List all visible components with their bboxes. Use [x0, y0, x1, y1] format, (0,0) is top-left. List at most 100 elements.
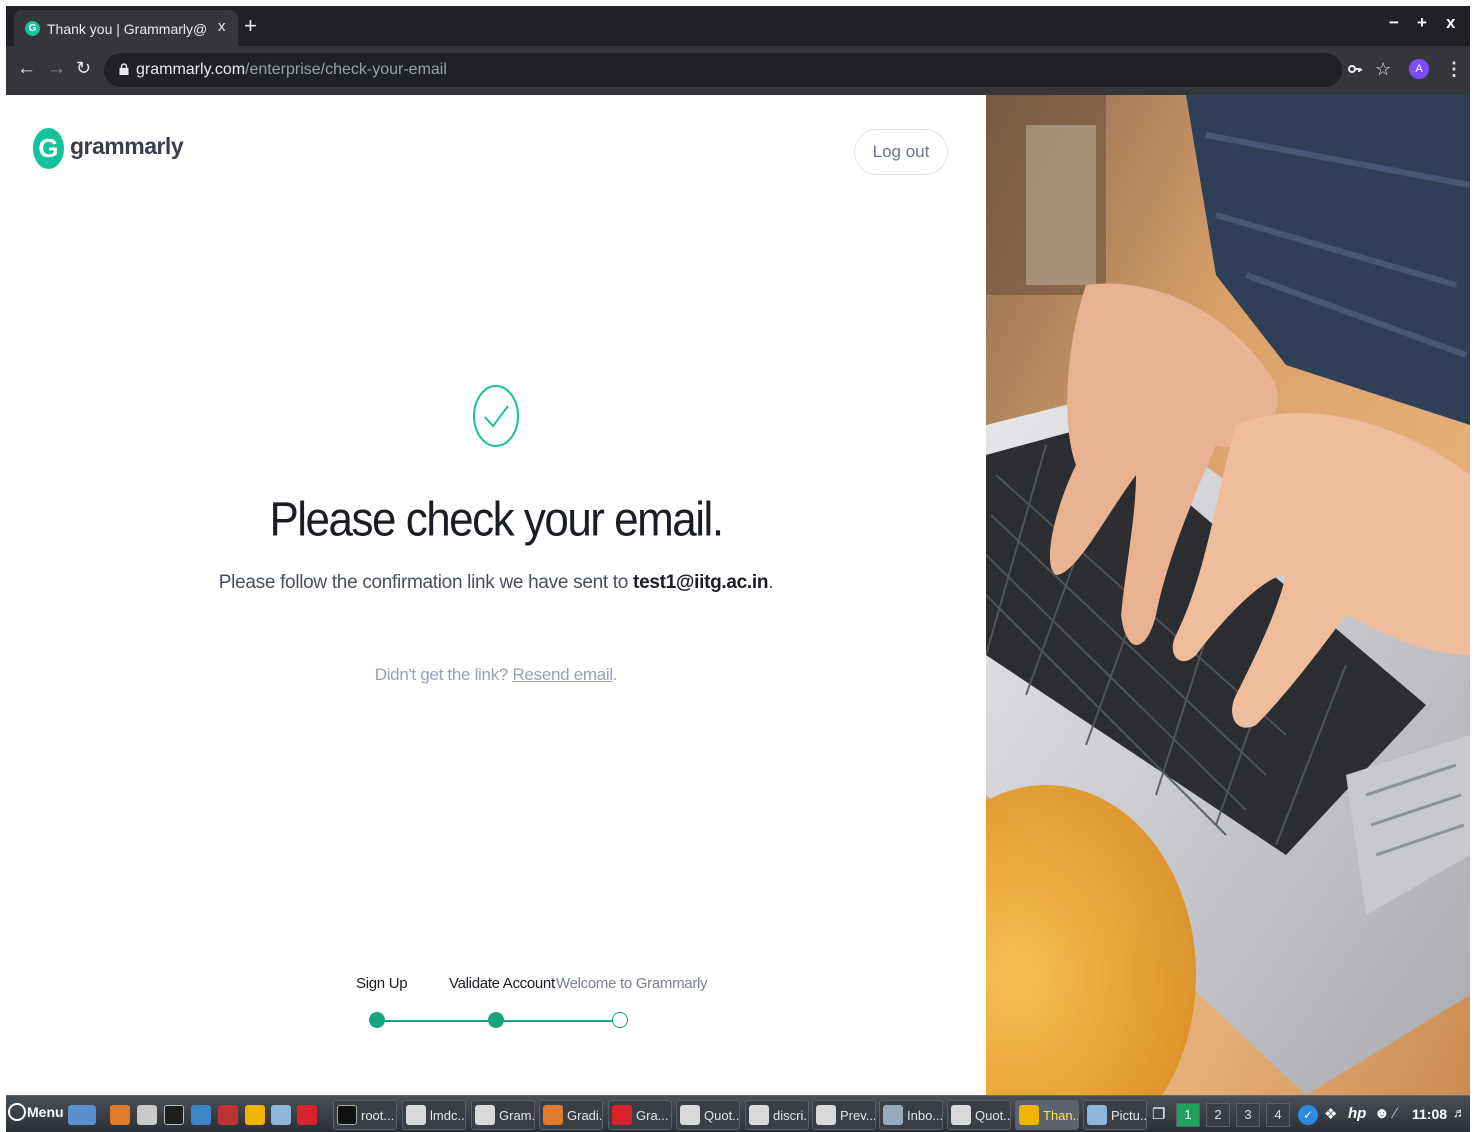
browser-tab[interactable]: G Thank you | Grammarly@E x	[14, 10, 238, 46]
kebab-menu-icon[interactable]: ⋮	[1445, 59, 1463, 80]
reload-icon[interactable]: ↻	[76, 58, 91, 79]
new-tab-button[interactable]: +	[244, 13, 257, 39]
resend-email-link[interactable]: Resend email	[512, 665, 613, 684]
profile-avatar[interactable]: A	[1409, 59, 1429, 79]
taskbar-item[interactable]: root...	[333, 1100, 397, 1130]
firefox-launcher-icon[interactable]	[110, 1105, 130, 1125]
dropbox-icon[interactable]: ❖	[1324, 1105, 1337, 1123]
network-launcher-icon[interactable]	[218, 1105, 238, 1125]
lock-icon	[119, 63, 129, 75]
os-taskbar: Menu root... lmdc... Gram... Gradi... Gr…	[6, 1095, 1470, 1132]
pdf-reader-icon	[749, 1105, 769, 1125]
files-launcher-icon[interactable]	[271, 1105, 291, 1125]
taskbar-item[interactable]: Gram...	[471, 1100, 535, 1130]
window-switcher-icon[interactable]: ❐	[1152, 1105, 1165, 1123]
taskbar-item-label: Gradi...	[567, 1108, 603, 1123]
browser-toolbar: ← → ↻ grammarly.com/enterprise/check-you…	[6, 46, 1470, 95]
opera-launcher-icon[interactable]	[297, 1105, 317, 1125]
checkmark-circle-icon	[473, 385, 519, 447]
taskbar-item-active[interactable]: Than...	[1015, 1100, 1079, 1130]
step-dot-welcome	[612, 1012, 628, 1028]
taskbar-item-label: Prev...	[840, 1108, 876, 1123]
step-label-validate-account: Validate Account	[449, 975, 555, 992]
logout-button[interactable]: Log out	[854, 129, 948, 175]
workspace-3[interactable]: 3	[1236, 1103, 1260, 1127]
volume-icon[interactable]: ♬	[1453, 1105, 1466, 1120]
pdf-reader-icon	[475, 1105, 495, 1125]
taskbar-item-label: Quot...	[975, 1108, 1011, 1123]
minimize-button[interactable]: −	[1389, 13, 1399, 33]
taskbar-item-label: Inbo...	[907, 1108, 943, 1123]
workspace-2[interactable]: 2	[1206, 1103, 1230, 1127]
chrome-launcher-icon[interactable]	[245, 1105, 265, 1125]
grammarly-logo-icon[interactable]: G	[33, 128, 64, 169]
url-host: grammarly.com	[136, 61, 246, 78]
pdf-reader-icon	[680, 1105, 700, 1125]
terminal-launcher-icon[interactable]	[164, 1105, 184, 1125]
firefox-icon	[543, 1105, 563, 1125]
pdf-reader-icon	[816, 1105, 836, 1125]
user-icon[interactable]: ☻	[1374, 1105, 1390, 1122]
workspace-1[interactable]: 1	[1176, 1103, 1200, 1127]
start-menu-button[interactable]: Menu	[8, 1103, 64, 1121]
forward-arrow-icon[interactable]: →	[47, 58, 66, 80]
brand-name[interactable]: grammarly	[70, 133, 184, 160]
grammarly-favicon-icon: G	[25, 21, 40, 36]
pdf-reader-icon	[951, 1105, 971, 1125]
key-icon[interactable]	[1348, 64, 1362, 74]
taskbar-item[interactable]: Inbo...	[879, 1100, 943, 1130]
email-address: test1@iitg.ac.in	[633, 572, 769, 593]
url-text: grammarly.com/enterprise/check-your-emai…	[136, 61, 447, 79]
opera-icon	[612, 1105, 632, 1125]
step-dot-sign-up	[369, 1012, 385, 1028]
mail-icon	[883, 1105, 903, 1125]
taskbar-item[interactable]: Pictu...	[1083, 1100, 1147, 1130]
screenshot-launcher-icon[interactable]	[137, 1105, 157, 1125]
taskbar-item[interactable]: discri...	[745, 1100, 809, 1130]
browser-window: G Thank you | Grammarly@E x + − + x ← → …	[6, 6, 1470, 1132]
url-path: /enterprise/check-your-email	[245, 61, 447, 78]
confirmation-period: .	[768, 572, 774, 593]
confirmation-message: Please follow the confirmation link we h…	[6, 572, 986, 594]
taskbar-item-label: Than...	[1043, 1108, 1078, 1123]
back-arrow-icon[interactable]: ←	[17, 58, 36, 80]
taskbar-item-label: root...	[361, 1108, 395, 1123]
taskbar-item-label: Gra...	[636, 1108, 669, 1123]
terminal-icon	[337, 1105, 357, 1125]
network-signal-icon[interactable]: ∕	[1394, 1105, 1397, 1122]
workspace-4[interactable]: 4	[1266, 1103, 1290, 1127]
chrome-icon	[1019, 1105, 1039, 1125]
taskbar-item[interactable]: Gradi...	[539, 1100, 603, 1130]
taskbar-item-label: Quot...	[704, 1108, 740, 1123]
taskbar-item[interactable]: Gra...	[608, 1100, 672, 1130]
page-content: G grammarly Log out Please check your em…	[6, 95, 1470, 1095]
tab-strip: G Thank you | Grammarly@E x + − + x	[6, 6, 1470, 46]
step-dot-validate-account	[488, 1012, 504, 1028]
close-window-button[interactable]: x	[1446, 13, 1455, 33]
maximize-button[interactable]: +	[1417, 13, 1427, 33]
menu-logo-icon	[8, 1103, 26, 1121]
writer-launcher-icon[interactable]	[191, 1105, 211, 1125]
resend-period: .	[612, 665, 618, 684]
taskbar-item-label: Pictu...	[1111, 1108, 1147, 1123]
tab-title: Thank you | Grammarly@E	[47, 21, 207, 37]
address-bar[interactable]: grammarly.com/enterprise/check-your-emai…	[104, 53, 1342, 87]
show-desktop-icon[interactable]	[68, 1105, 96, 1125]
hero-image	[986, 95, 1470, 1095]
taskbar-item-label: Gram...	[499, 1108, 535, 1123]
taskbar-item[interactable]: Quot...	[947, 1100, 1011, 1130]
folder-icon	[1087, 1105, 1107, 1125]
bookmark-star-icon[interactable]: ☆	[1375, 59, 1391, 80]
step-label-sign-up: Sign Up	[356, 975, 408, 992]
resend-message: Didn't get the link? Resend email.	[6, 665, 986, 685]
taskbar-item[interactable]: Quot...	[676, 1100, 740, 1130]
clock[interactable]: 11:08	[1412, 1106, 1447, 1122]
resend-question: Didn't get the link?	[374, 665, 513, 684]
taskbar-item[interactable]: lmdc...	[402, 1100, 466, 1130]
hp-logo-icon[interactable]: hp	[1348, 1105, 1366, 1122]
tab-close-icon[interactable]: x	[218, 18, 226, 35]
taskbar-item-label: discri...	[773, 1108, 808, 1123]
taskbar-item-label: lmdc...	[430, 1108, 466, 1123]
taskbar-item[interactable]: Prev...	[812, 1100, 876, 1130]
update-check-icon[interactable]: ✓	[1298, 1105, 1318, 1125]
